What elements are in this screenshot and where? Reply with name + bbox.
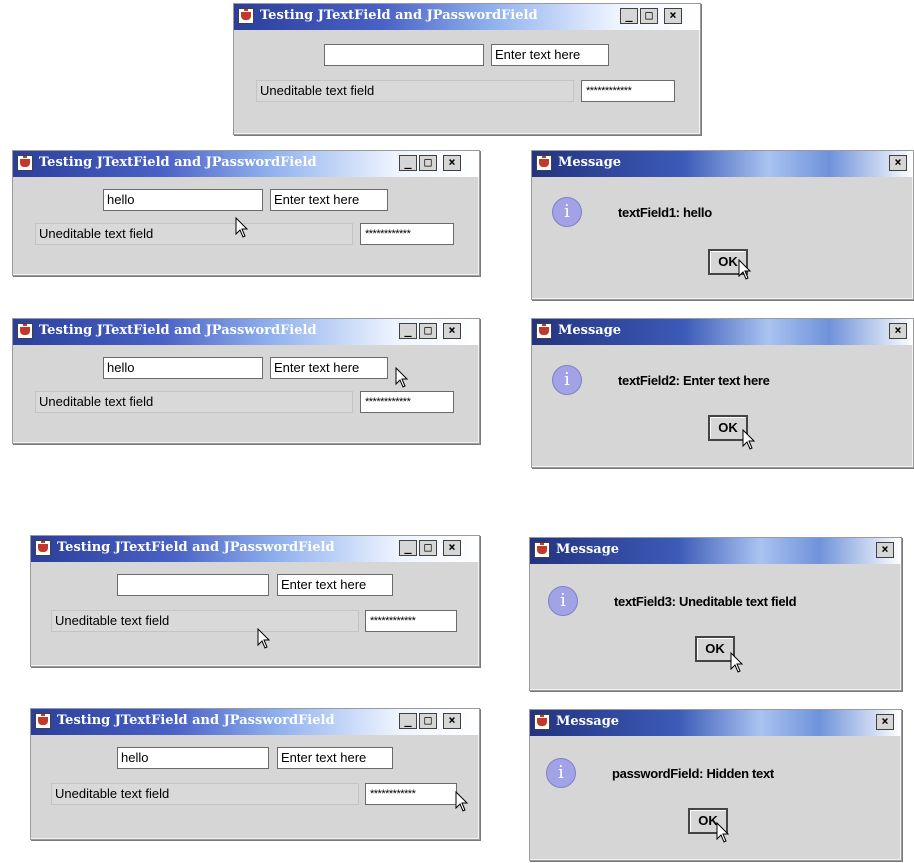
mouse-pointer-icon xyxy=(730,652,744,673)
dialog-title-bar[interactable]: Message × xyxy=(530,710,901,736)
mouse-pointer-icon xyxy=(257,628,271,649)
info-icon: i xyxy=(546,758,576,788)
text-field-1[interactable]: hello xyxy=(103,189,263,211)
dialog-message: textField1: hello xyxy=(618,205,712,220)
text-field-1[interactable]: hello xyxy=(117,747,269,769)
close-button[interactable]: × xyxy=(876,542,894,558)
info-icon: i xyxy=(548,586,578,616)
maximize-button[interactable]: □ xyxy=(419,540,437,556)
text-field-3-uneditable: Uneditable text field xyxy=(51,610,359,632)
maximize-button[interactable]: □ xyxy=(419,155,437,171)
close-button[interactable]: × xyxy=(443,540,461,556)
mouse-pointer-icon xyxy=(235,217,249,238)
minimize-button[interactable]: _ xyxy=(399,155,417,171)
dialog-message: passwordField: Hidden text xyxy=(612,766,774,781)
dialog-message: textField3: Uneditable text field xyxy=(614,594,797,609)
close-button[interactable]: × xyxy=(889,155,907,171)
message-dialog-3: Message × i textField3: Uneditable text … xyxy=(529,537,902,691)
title-bar[interactable]: Testing JTextField and JPasswordField _ … xyxy=(31,536,479,562)
minimize-button[interactable]: _ xyxy=(399,540,417,556)
window-title: Testing JTextField and JPasswordField xyxy=(39,323,317,338)
app-cup-icon[interactable] xyxy=(35,540,51,556)
dialog-title: Message xyxy=(556,542,620,557)
dialog-message: textField2: Enter text here xyxy=(618,373,770,388)
text-field-1[interactable] xyxy=(117,574,269,596)
mouse-pointer-icon xyxy=(742,429,756,450)
close-button[interactable]: × xyxy=(443,323,461,339)
text-field-3-uneditable: Uneditable text field xyxy=(256,80,574,102)
mouse-pointer-icon xyxy=(716,822,730,843)
close-button[interactable]: × xyxy=(889,323,907,339)
title-bar[interactable]: Testing JTextField and JPasswordField _ … xyxy=(13,151,479,177)
message-dialog-2: Message × i textField2: Enter text here … xyxy=(531,318,914,468)
window-title: Testing JTextField and JPasswordField xyxy=(39,155,317,170)
minimize-button[interactable]: _ xyxy=(399,713,417,729)
password-field[interactable]: ************ xyxy=(360,391,454,413)
close-button[interactable]: × xyxy=(664,8,682,24)
dialog-title: Message xyxy=(556,714,620,729)
app-window-2: Testing JTextField and JPasswordField _ … xyxy=(12,318,480,444)
app-window-1: Testing JTextField and JPasswordField _ … xyxy=(12,150,480,276)
app-cup-icon[interactable] xyxy=(534,542,550,558)
mouse-pointer-icon xyxy=(395,367,409,388)
text-field-1[interactable]: hello xyxy=(103,357,263,379)
dialog-title-bar[interactable]: Message × xyxy=(530,538,901,564)
mouse-pointer-icon xyxy=(738,259,752,280)
title-bar[interactable]: Testing JTextField and JPasswordField _ … xyxy=(13,319,479,345)
password-field[interactable]: ************ xyxy=(360,223,454,245)
text-field-2[interactable]: Enter text here xyxy=(270,189,388,211)
text-field-1[interactable] xyxy=(324,44,484,66)
close-button[interactable]: × xyxy=(443,155,461,171)
app-cup-icon[interactable] xyxy=(35,713,51,729)
text-field-3-uneditable: Uneditable text field xyxy=(35,391,353,413)
app-cup-icon[interactable] xyxy=(17,155,33,171)
app-window-3: Testing JTextField and JPasswordField _ … xyxy=(30,535,480,667)
close-button[interactable]: × xyxy=(876,714,894,730)
dialog-title-bar[interactable]: Message × xyxy=(532,319,913,345)
text-field-2[interactable]: Enter text here xyxy=(270,357,388,379)
maximize-button[interactable]: □ xyxy=(419,323,437,339)
app-cup-icon[interactable] xyxy=(17,323,33,339)
text-field-3-uneditable: Uneditable text field xyxy=(35,223,353,245)
password-field[interactable]: ************ xyxy=(365,783,457,805)
app-cup-icon[interactable] xyxy=(238,8,254,24)
minimize-button[interactable]: _ xyxy=(620,8,638,24)
window-title: Testing JTextField and JPasswordField xyxy=(260,8,538,23)
title-bar[interactable]: Testing JTextField and JPasswordField _ … xyxy=(234,4,700,30)
text-field-2[interactable]: Enter text here xyxy=(277,574,393,596)
main-window: Testing JTextField and JPasswordField _ … xyxy=(233,3,701,135)
maximize-button[interactable]: □ xyxy=(419,713,437,729)
minimize-button[interactable]: _ xyxy=(399,323,417,339)
message-dialog-1: Message × i textField1: hello OK xyxy=(531,150,914,300)
password-field[interactable]: ************ xyxy=(365,610,457,632)
app-cup-icon[interactable] xyxy=(536,323,552,339)
dialog-title-bar[interactable]: Message × xyxy=(532,151,913,177)
close-button[interactable]: × xyxy=(443,713,461,729)
title-bar[interactable]: Testing JTextField and JPasswordField _ … xyxy=(31,709,479,735)
text-field-3-uneditable: Uneditable text field xyxy=(51,783,359,805)
app-cup-icon[interactable] xyxy=(534,714,550,730)
window-title: Testing JTextField and JPasswordField xyxy=(57,540,335,555)
text-field-2[interactable]: Enter text here xyxy=(277,747,393,769)
maximize-button[interactable]: □ xyxy=(640,8,658,24)
text-field-2[interactable]: Enter text here xyxy=(491,44,609,66)
info-icon: i xyxy=(552,365,582,395)
window-title: Testing JTextField and JPasswordField xyxy=(57,713,335,728)
app-cup-icon[interactable] xyxy=(536,155,552,171)
password-field[interactable]: ************ xyxy=(581,80,675,102)
info-icon: i xyxy=(552,197,582,227)
dialog-title: Message xyxy=(558,323,622,338)
app-window-4: Testing JTextField and JPasswordField _ … xyxy=(30,708,480,840)
ok-button[interactable]: OK xyxy=(695,636,735,662)
mouse-pointer-icon xyxy=(455,791,469,812)
dialog-title: Message xyxy=(558,155,622,170)
message-dialog-4: Message × i passwordField: Hidden text O… xyxy=(529,709,902,861)
